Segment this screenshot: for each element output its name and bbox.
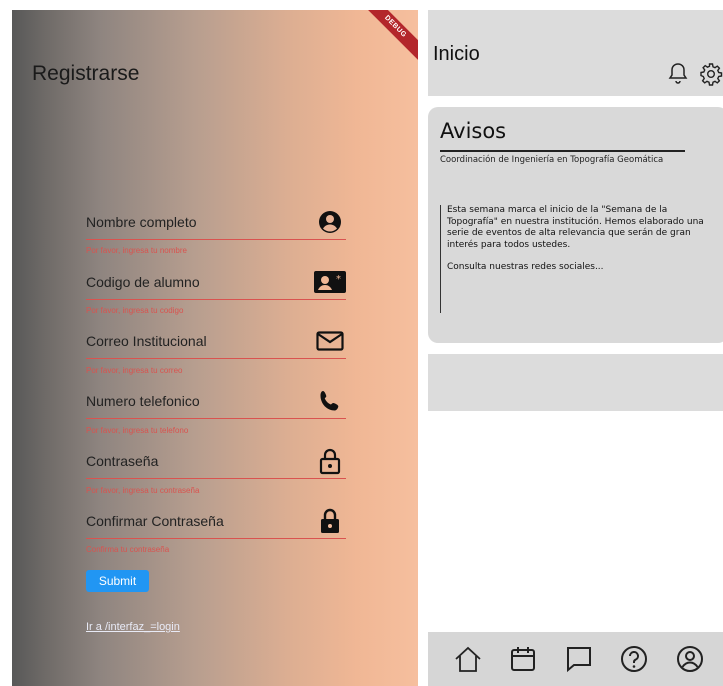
confirm-password-label: Confirmar Contraseña [86,513,224,529]
full-name-label: Nombre completo [86,214,197,230]
mail-icon [314,329,346,353]
lock-open-icon [314,448,346,475]
full-name-error: Por favor, ingresa tu nombre [86,246,187,255]
bottom-nav [428,632,723,686]
login-link[interactable]: Ir a /interfaz_=login [86,621,180,633]
password-field[interactable]: Contraseña [86,448,346,479]
chat-icon[interactable] [564,644,594,674]
lock-icon [314,508,346,533]
password-label: Contraseña [86,453,159,469]
app-bar: Inicio [428,10,723,96]
phone-field[interactable]: Numero telefonico [86,388,346,419]
student-code-error: Por favor, ingresa tu codigo [86,306,184,315]
home-icon[interactable] [453,644,483,674]
avisos-title: Avisos [440,119,507,143]
secondary-card[interactable] [428,354,723,411]
profile-icon[interactable] [675,644,705,674]
full-name-field[interactable]: Nombre completo [86,209,346,240]
avisos-subtitle: Coordinación de Ingeniería en Topografía… [440,155,664,165]
avisos-card[interactable]: Avisos Coordinación de Ingeniería en Top… [428,107,723,343]
password-error: Por favor, ingresa tu contraseña [86,486,200,495]
register-screen: DEBUG Registrarse Nombre completo Por fa… [12,10,418,686]
phone-error: Por favor, ingresa tu telefono [86,426,189,435]
title-divider [440,150,685,152]
email-error: Por favor, ingresa tu correo [86,366,183,375]
avisos-more: Consulta nuestras redes sociales... [447,262,604,272]
page-title: Inicio [433,43,480,65]
student-code-label: Codigo de alumno [86,274,200,290]
calendar-icon[interactable] [508,644,538,674]
avisos-body: Esta semana marca el inicio de la "Seman… [440,205,709,313]
home-screen: Inicio Avisos Coordinación de Ingeniería… [428,10,723,686]
email-field[interactable]: Correo Institucional [86,328,346,359]
badge-card-icon: * [314,270,346,294]
confirm-password-error: Confirma tu contraseña [86,545,170,554]
svg-text:*: * [336,274,341,285]
bell-icon[interactable] [666,61,692,87]
help-icon[interactable] [619,644,649,674]
submit-button[interactable]: Submit [86,570,149,592]
confirm-password-field[interactable]: Confirmar Contraseña [86,508,346,539]
avisos-paragraph: Esta semana marca el inicio de la "Seman… [447,205,704,250]
student-code-field[interactable]: Codigo de alumno * [86,269,346,300]
debug-banner: DEBUG [358,10,418,64]
email-label: Correo Institucional [86,333,207,349]
phone-icon [314,389,346,413]
phone-label: Numero telefonico [86,393,200,409]
gear-icon[interactable] [699,62,723,88]
page-title: Registrarse [32,62,140,85]
account-circle-icon [314,210,346,234]
